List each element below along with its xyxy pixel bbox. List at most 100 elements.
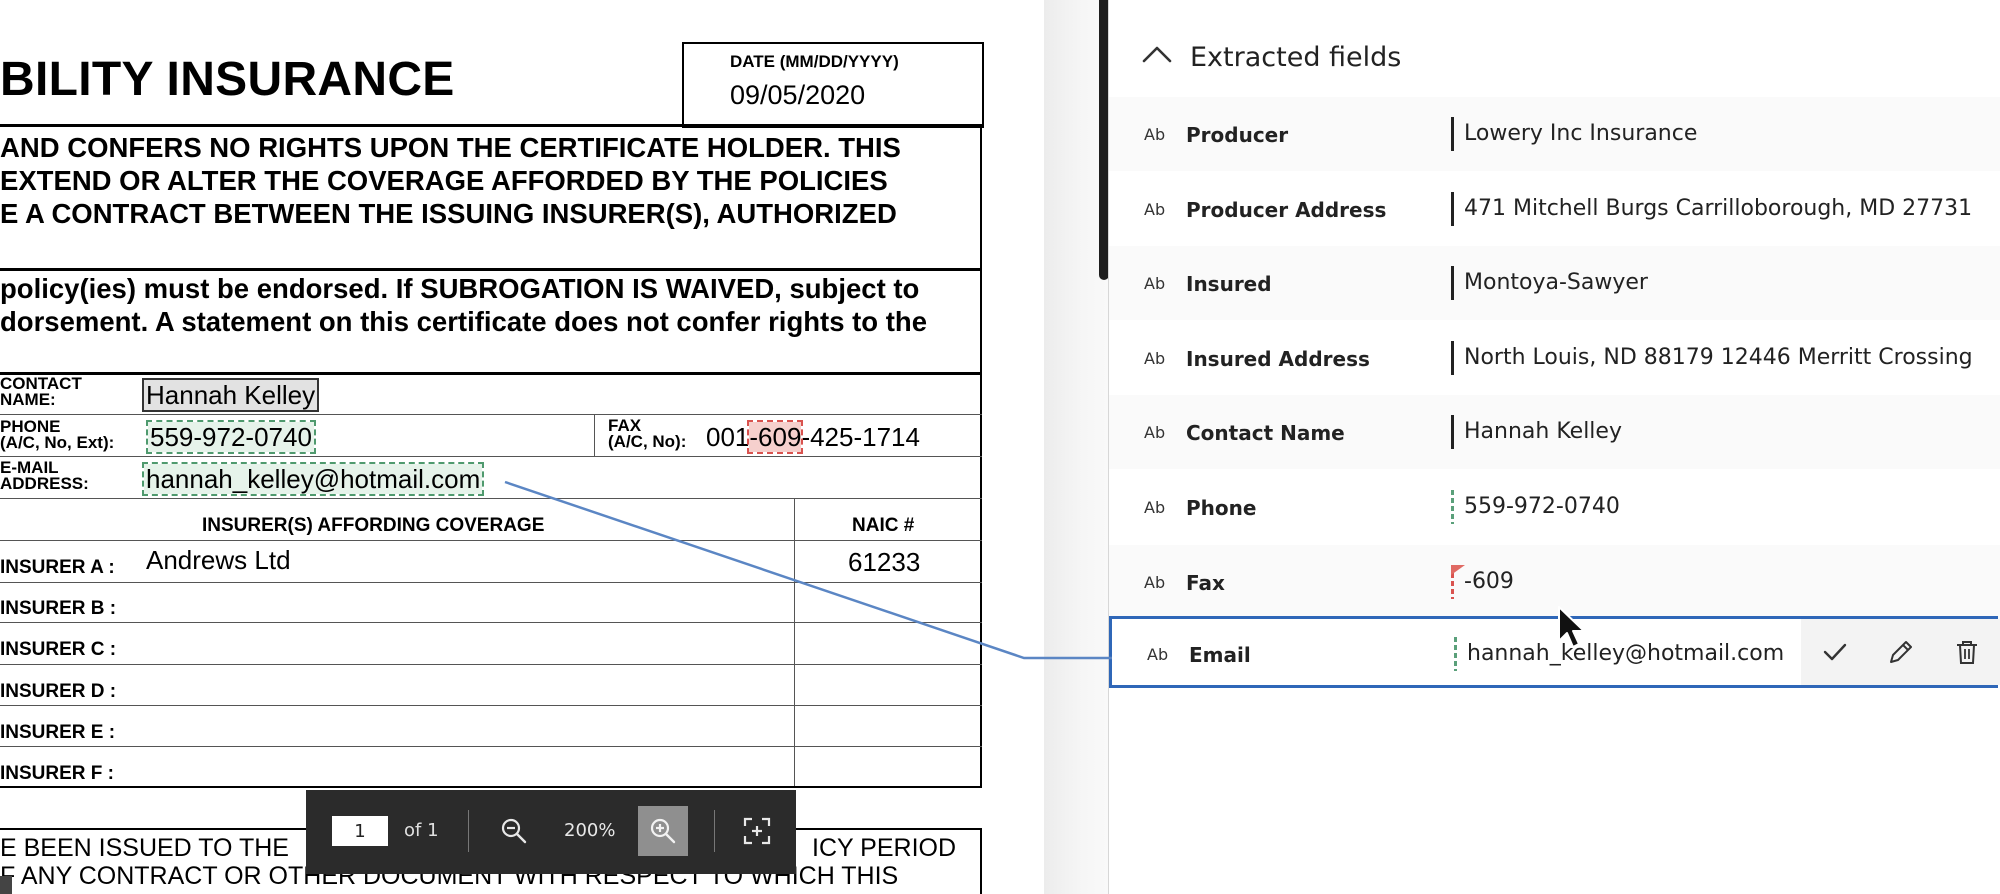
document-page: BILITY INSURANCE DATE (MM/DD/YYYY) 09/05… [0,0,1044,894]
insurer-label: INSURER F : [0,763,114,784]
field-value: Montoya-Sawyer [1464,270,1648,295]
confidence-bar [1451,192,1454,226]
check-icon [1823,643,1847,661]
field-value: 471 Mitchell Burgs Carrilloborough, MD 2… [1464,196,1973,221]
email-label: E-MAIL ADDRESS: [0,458,89,493]
field-row-phone[interactable]: Ab Phone 559-972-0740 [1109,470,2000,544]
subrogation-line: policy(ies) must be endorsed. If SUBROGA… [0,273,920,304]
field-row-producer[interactable]: Ab Producer Lowery Inc Insurance [1109,97,2000,171]
document-title: BILITY INSURANCE [0,53,455,106]
panel-title: Extracted fields [1190,42,1402,73]
field-name: Contact Name [1186,421,1345,445]
field-name: Producer Address [1186,198,1387,222]
field-name: Fax [1186,571,1225,595]
field-value: Lowery Inc Insurance [1464,121,1698,146]
date-value: 09/05/2020 [730,80,866,110]
confidence-bar [1451,415,1454,449]
rule [0,664,982,665]
date-box: DATE (MM/DD/YYYY) 09/05/2020 [682,42,984,128]
fax-label: FAX (A/C, No): [608,416,687,451]
rule [0,705,982,706]
rule [0,456,982,457]
field-row-producer-address[interactable]: Ab Producer Address 471 Mitchell Burgs C… [1109,172,2000,246]
text-type-icon: Ab [1144,200,1166,219]
page-corner-marker [0,876,12,894]
rule [0,372,982,375]
text-type-icon: Ab [1144,125,1166,144]
insurer-label: INSURER B : [0,598,117,619]
zoom-out-button[interactable] [489,806,539,856]
page-number-input[interactable] [332,816,388,846]
field-row-insured[interactable]: Ab Insured Montoya-Sawyer [1109,246,2000,320]
rule [594,414,595,456]
insurer-name: Andrews Ltd [146,545,291,575]
rule [0,786,982,788]
rule [0,268,982,271]
zoom-out-icon [501,818,527,844]
edit-button[interactable] [1885,636,1917,668]
insurer-label: INSURER A : [0,557,115,578]
fit-to-page-button[interactable] [732,806,782,856]
confirm-button[interactable] [1819,636,1851,668]
extracted-fields-panel: Extracted fields Ab Producer Lowery Inc … [1109,0,2000,894]
delete-button[interactable] [1951,636,1983,668]
phone-label: PHONE (A/C, No, Ext): [0,417,115,452]
email-value: hannah_kelley@hotmail.com [141,462,485,496]
field-value: -609 [1464,569,1514,594]
viewer-toolbar: of 1 200% [306,790,796,874]
toolbar-divider [714,810,715,852]
field-name: Producer [1186,123,1289,147]
field-row-insured-address[interactable]: Ab Insured Address North Louis, ND 88179… [1109,321,2000,395]
text-type-icon: Ab [1144,349,1166,368]
date-label: DATE (MM/DD/YYYY) [730,52,899,71]
naic-header: NAIC # [852,515,915,536]
field-value: North Louis, ND 88179 12446 Merritt Cros… [1464,345,1973,370]
warning-flag-icon [1451,565,1465,575]
text-type-icon: Ab [1144,274,1166,293]
page-count: of 1 [404,820,439,841]
text-type-icon: Ab [1144,573,1166,592]
toolbar-divider [468,810,469,852]
zoom-level: 200% [564,820,616,841]
field-value: 559-972-0740 [1464,494,1620,519]
rule [0,582,982,583]
field-name: Insured [1186,272,1272,296]
rule [0,622,982,623]
field-row-fax[interactable]: Ab Fax -609 [1109,545,2000,619]
insurer-naic: 61233 [848,547,921,577]
field-name: Email [1189,643,1251,667]
text-type-icon: Ab [1147,645,1169,664]
contact-name-value: Hannah Kelley [141,378,320,412]
phone-value: 559-972-0740 [146,420,316,454]
field-name: Phone [1186,496,1257,520]
insurer-label: INSURER D : [0,681,117,702]
rule [0,498,982,499]
confidence-bar [1454,637,1457,671]
document-viewer[interactable]: BILITY INSURANCE DATE (MM/DD/YYYY) 09/05… [0,0,1044,894]
mouse-cursor-icon [1558,606,1585,648]
insurers-header: INSURER(S) AFFORDING COVERAGE [202,515,545,536]
chevron-up-icon[interactable] [1141,44,1173,64]
field-row-contact-name[interactable]: Ab Contact Name Hannah Kelley [1109,395,2000,469]
insurer-label: INSURER C : [0,639,117,660]
rule [0,414,982,415]
disclaimer-line: AND CONFERS NO RIGHTS UPON THE CERTIFICA… [0,132,901,163]
insurer-label: INSURER E : [0,722,116,743]
rule [0,746,982,747]
zoom-in-button[interactable] [638,806,688,856]
subrogation-line: dorsement. A statement on this certifica… [0,306,927,337]
zoom-in-icon [650,818,676,844]
fax-value: 001-609-425-1714 [706,420,920,454]
field-value: hannah_kelley@hotmail.com [1467,641,1785,666]
confidence-bar [1451,490,1454,524]
confidence-bar [1451,341,1454,375]
rule [0,540,982,541]
disclaimer-line: EXTEND OR ALTER THE COVERAGE AFFORDED BY… [0,165,888,196]
fit-to-page-icon [743,817,771,845]
field-row-email[interactable]: Ab Email hannah_kelley@hotmail.com [1109,616,2000,688]
trash-icon [1957,641,1977,664]
confidence-bar [1451,266,1454,300]
pencil-icon [1890,641,1912,663]
text-type-icon: Ab [1144,423,1166,442]
panel-header[interactable]: Extracted fields [1109,0,2000,96]
